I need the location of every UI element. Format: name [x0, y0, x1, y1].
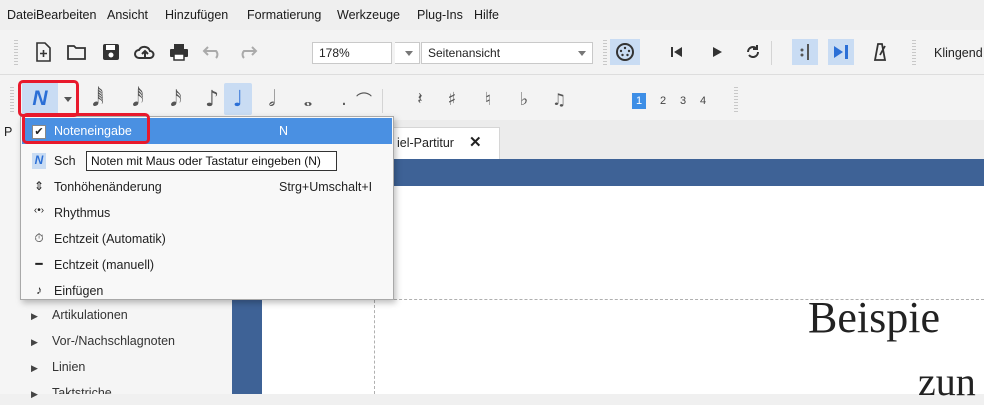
print-icon[interactable]	[166, 39, 192, 65]
voice-4-button[interactable]: 4	[696, 93, 710, 109]
note-input-n-icon: N	[32, 153, 46, 169]
midi-input-icon[interactable]	[610, 39, 640, 65]
menu-item-rhythmus[interactable]: ‹•› Rhythmus	[22, 200, 392, 226]
view-mode-select[interactable]: Seitenansicht	[421, 42, 593, 64]
natural-icon[interactable]: ♮	[474, 83, 502, 115]
toolbar-separator	[771, 41, 772, 65]
save-icon[interactable]	[98, 39, 124, 65]
tab-score[interactable]: iel-Partitur ✕	[380, 127, 500, 159]
toolbar-grip[interactable]	[734, 87, 738, 113]
rewind-icon[interactable]	[664, 39, 690, 65]
expand-triangle-icon[interactable]: ▶	[31, 311, 38, 322]
palette-item-linien[interactable]: Linien	[52, 360, 85, 374]
toolbar-grip[interactable]	[603, 40, 607, 66]
duration-16th-icon[interactable]: 𝅘𝅥𝅯	[162, 83, 190, 115]
voice-3-button[interactable]: 3	[676, 93, 690, 109]
repeat-playback-icon[interactable]	[792, 39, 818, 65]
zoom-dropdown-arrow[interactable]	[395, 42, 420, 64]
play-icon[interactable]	[704, 39, 730, 65]
flat-icon[interactable]: ♭	[510, 83, 538, 115]
menu-hinzufuegen[interactable]: Hinzufügen	[165, 8, 228, 22]
sharp-icon[interactable]: ♯	[438, 83, 466, 115]
palette-item-artikulationen[interactable]: Artikulationen	[52, 308, 128, 322]
expand-triangle-icon[interactable]: ▶	[31, 363, 38, 374]
menu-item-echtzeit-manuell[interactable]: ━ Echtzeit (manuell)	[22, 252, 392, 278]
score-title[interactable]: Beispie	[808, 292, 940, 343]
voice-2-button[interactable]: 2	[656, 93, 670, 109]
timer-icon: ⏱	[34, 231, 44, 245]
toolbar-grip[interactable]	[10, 87, 14, 113]
cloud-upload-icon[interactable]	[132, 39, 158, 65]
new-file-icon[interactable]	[30, 39, 56, 65]
palette-panel-title: P	[4, 125, 13, 139]
pitch-icon: ⇕	[33, 179, 45, 193]
tooltip: Noten mit Maus oder Tastatur eingeben (N…	[86, 151, 337, 171]
rest-icon[interactable]: 𝄽	[406, 83, 434, 115]
highlight-box	[22, 113, 150, 144]
concert-pitch-toggle[interactable]: Klingend	[934, 46, 983, 60]
close-icon[interactable]: ✕	[469, 133, 482, 151]
toolbar-grip[interactable]	[912, 40, 916, 66]
menu-formatierung[interactable]: Formatierung	[247, 8, 321, 22]
flip-direction-icon[interactable]: ♫	[545, 83, 573, 115]
palette-item-taktstriche[interactable]: Taktstriche	[52, 386, 112, 394]
open-folder-icon[interactable]	[64, 39, 90, 65]
menu-item-echtzeit-automatik[interactable]: ⏱ Echtzeit (Automatik)	[22, 226, 392, 252]
menu-plugins[interactable]: Plug-Ins	[417, 8, 463, 22]
pan-score-icon[interactable]	[828, 39, 854, 65]
loop-icon[interactable]	[740, 39, 766, 65]
duration-quarter-icon[interactable]: ♩	[224, 83, 252, 115]
menu-ansicht[interactable]: Ansicht	[107, 8, 148, 22]
redo-icon[interactable]	[234, 39, 260, 65]
tab-title: iel-Partitur	[397, 136, 454, 150]
metronome-icon[interactable]	[866, 39, 892, 65]
duration-whole-icon[interactable]: 𝅝	[294, 83, 322, 115]
menu-hilfe[interactable]: Hilfe	[474, 8, 499, 22]
duration-32nd-icon[interactable]: 𝅘𝅥𝅰	[124, 83, 152, 115]
toolbar-grip[interactable]	[14, 40, 18, 66]
expand-triangle-icon[interactable]: ▶	[31, 389, 38, 400]
expand-triangle-icon[interactable]: ▶	[31, 337, 38, 348]
view-mode-value: Seitenansicht	[428, 46, 501, 60]
voice-1-button[interactable]: 1	[632, 93, 646, 109]
rhythm-icon: ‹•›	[33, 205, 45, 216]
duration-8th-icon[interactable]: ♪	[198, 83, 226, 115]
menu-item-einfuegen[interactable]: ♪ Einfügen	[22, 278, 392, 304]
palette-item-vorschlagnoten[interactable]: Vor-/Nachschlagnoten	[52, 334, 175, 348]
duration-64th-icon[interactable]: 𝅘𝅥𝅱	[84, 83, 112, 115]
score-subtitle[interactable]: zun	[918, 358, 976, 405]
menu-datei[interactable]: Datei	[7, 8, 36, 22]
menu-werkzeuge[interactable]: Werkzeuge	[337, 8, 400, 22]
zoom-input[interactable]: 178%	[312, 42, 392, 64]
toolbar-separator	[382, 89, 383, 113]
menu-bearbeiten[interactable]: Bearbeiten	[36, 8, 96, 22]
menu-item-tonhoehenaenderung[interactable]: ⇕ Tonhöhenänderung Strg+Umschalt+I	[22, 174, 392, 200]
menu-bar: Datei Bearbeiten Ansicht Hinzufügen Form…	[0, 0, 984, 30]
duration-half-icon[interactable]: 𝅗𝅥	[258, 83, 286, 115]
page-margin-line	[374, 300, 375, 394]
insert-icon: ♪	[36, 283, 42, 297]
highlight-box	[18, 80, 79, 117]
pedal-icon: ━	[35, 257, 43, 271]
main-toolbar: 178% Seitenansicht Klingend	[0, 30, 984, 75]
undo-icon[interactable]	[200, 39, 226, 65]
tie-icon[interactable]: ⌒	[350, 83, 378, 115]
